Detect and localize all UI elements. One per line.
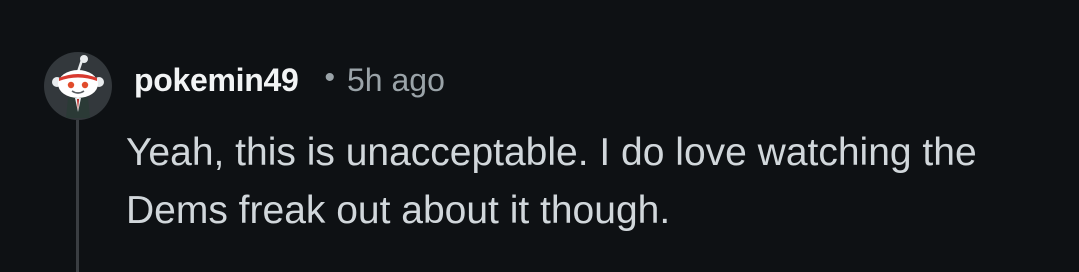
comment-timestamp[interactable]: 5h ago xyxy=(347,62,445,99)
comment-body: Yeah, this is unacceptable. I do love wa… xyxy=(126,131,977,232)
snoo-avatar-icon xyxy=(44,52,112,120)
thread-line[interactable] xyxy=(76,120,79,272)
username-link[interactable]: pokemin49 xyxy=(134,62,299,99)
comment-header: pokemin49 • 5h ago xyxy=(134,58,445,102)
meta-separator: • xyxy=(324,61,335,94)
avatar[interactable] xyxy=(44,52,112,120)
